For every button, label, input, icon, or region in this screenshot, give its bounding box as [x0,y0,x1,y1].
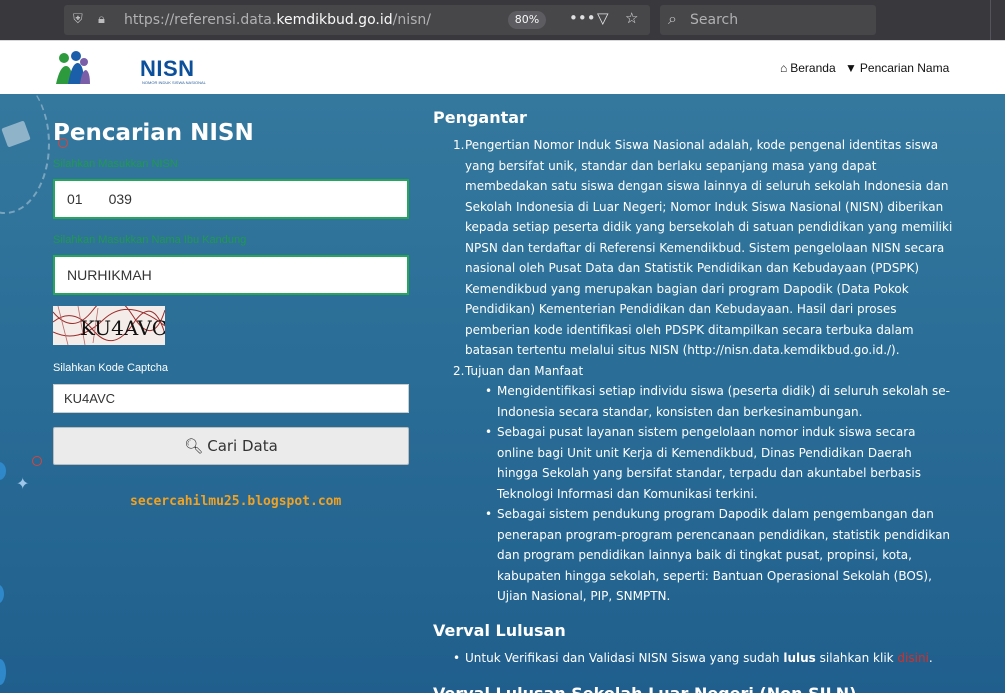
captcha-text: KU4AVC [80,316,165,340]
blog-watermark: secercahilmu25.blogspot.com [130,494,342,509]
main-section: ✦ Pencarian NISN Silahkan Masukkan NISN … [0,94,1005,693]
browser-toolbar: ⛨ 🔒︎ https://referensi.data.kemdikbud.go… [0,0,1005,40]
verval-luar-negeri-heading: Verval Lulusan Sekolah Luar Negeri (Non … [433,684,953,693]
logo-figures-icon [56,51,90,84]
toolbar-divider [990,0,991,40]
nav-pencarian-nama[interactable]: ▼ Pencarian Nama [845,61,949,75]
home-icon: ⌂ [780,61,788,75]
zoom-badge[interactable]: 80% [508,11,546,29]
verval-lulusan-item: • Untuk Verifikasi dan Validasi NISN Sis… [453,650,933,665]
captcha-image: KU4AVC [53,306,165,345]
decorative-circle [32,456,42,466]
lock-icon[interactable]: 🔒︎ [98,12,105,27]
nav-beranda-label: Beranda [790,61,836,75]
mother-name-label: Silahkan Masukkan Nama Ibu Kandung [53,234,247,246]
filter-icon: ▼ [845,61,857,75]
tujuan-item: • Mengidentifikasi setiap individu siswa … [485,384,950,419]
more-actions-icon[interactable]: ••• [569,9,596,27]
captcha-label: Silahkan Kode Captcha [53,362,168,374]
tujuan-item: • Sebagai pusat layanan sistem pengelolaa… [485,425,921,501]
shield-icon[interactable]: ⛨ [73,12,83,27]
mother-name-input[interactable]: NURHIKMAH [53,255,409,295]
logo-text: NISN [140,56,195,81]
nisn-logo[interactable]: NISN NOMOR INDUK SISWA NASIONAL [52,48,206,88]
nisn-input[interactable]: 01 039 [53,179,409,219]
decorative-dashed-arc [0,94,50,214]
redacted-block [82,193,109,208]
decorative-blob [0,584,4,604]
bookmark-star-icon[interactable]: ☆ [625,9,638,27]
pengantar-item-1: 1. Pengertian Nomor Induk Siswa Nasional… [453,138,953,357]
info-content: Pengantar 1. Pengertian Nomor Induk Sisw… [433,108,953,693]
pengantar-heading: Pengantar [433,108,527,127]
logo-subtitle: NOMOR INDUK SISWA NASIONAL [142,80,206,85]
pengantar-item-2: 2. Tujuan dan Manfaat • Mengidentifikasi … [433,361,953,607]
tujuan-list: • Mengidentifikasi setiap individu siswa … [465,381,953,607]
pengantar-list: 1. Pengertian Nomor Induk Siswa Nasional… [433,135,953,607]
cari-data-label: Cari Data [207,437,278,455]
nisn-label: Silahkan Masukkan NISN [53,158,178,170]
search-icon: 🔍︎ [184,437,204,455]
tujuan-item: • Sebagai sistem pendukung program Dapodi… [485,507,951,603]
search-input[interactable]: Search [690,12,738,28]
nav-beranda[interactable]: ⌂ Beranda [780,61,836,75]
captcha-input[interactable]: KU4AVC [53,384,409,413]
pocket-icon[interactable]: ▽ [597,9,609,27]
verval-lulusan-heading: Verval Lulusan [433,620,566,640]
nav-pencarian-nama-label: Pencarian Nama [859,61,950,75]
url-text[interactable]: https://referensi.data.kemdikbud.go.id/n… [124,12,431,28]
pengantar-item-2-title: Tujuan dan Manfaat [465,363,584,378]
search-icon: ⌕ [668,9,677,28]
decorative-blob [0,659,6,685]
disini-link[interactable]: disini [897,651,928,665]
decorative-blob [0,462,6,480]
form-title: Pencarian NISN [53,120,254,146]
search-bar[interactable]: ⌕ Search [660,5,876,35]
pengantar-item-1-text: Pengertian Nomor Induk Siswa Nasional ad… [465,138,953,357]
site-header: NISN NOMOR INDUK SISWA NASIONAL ⌂ Berand… [0,40,1005,94]
cari-data-button[interactable]: 🔍︎ Cari Data [53,427,409,465]
address-bar[interactable]: ⛨ 🔒︎ https://referensi.data.kemdikbud.go… [64,5,650,35]
decorative-star-icon: ✦ [16,474,30,493]
